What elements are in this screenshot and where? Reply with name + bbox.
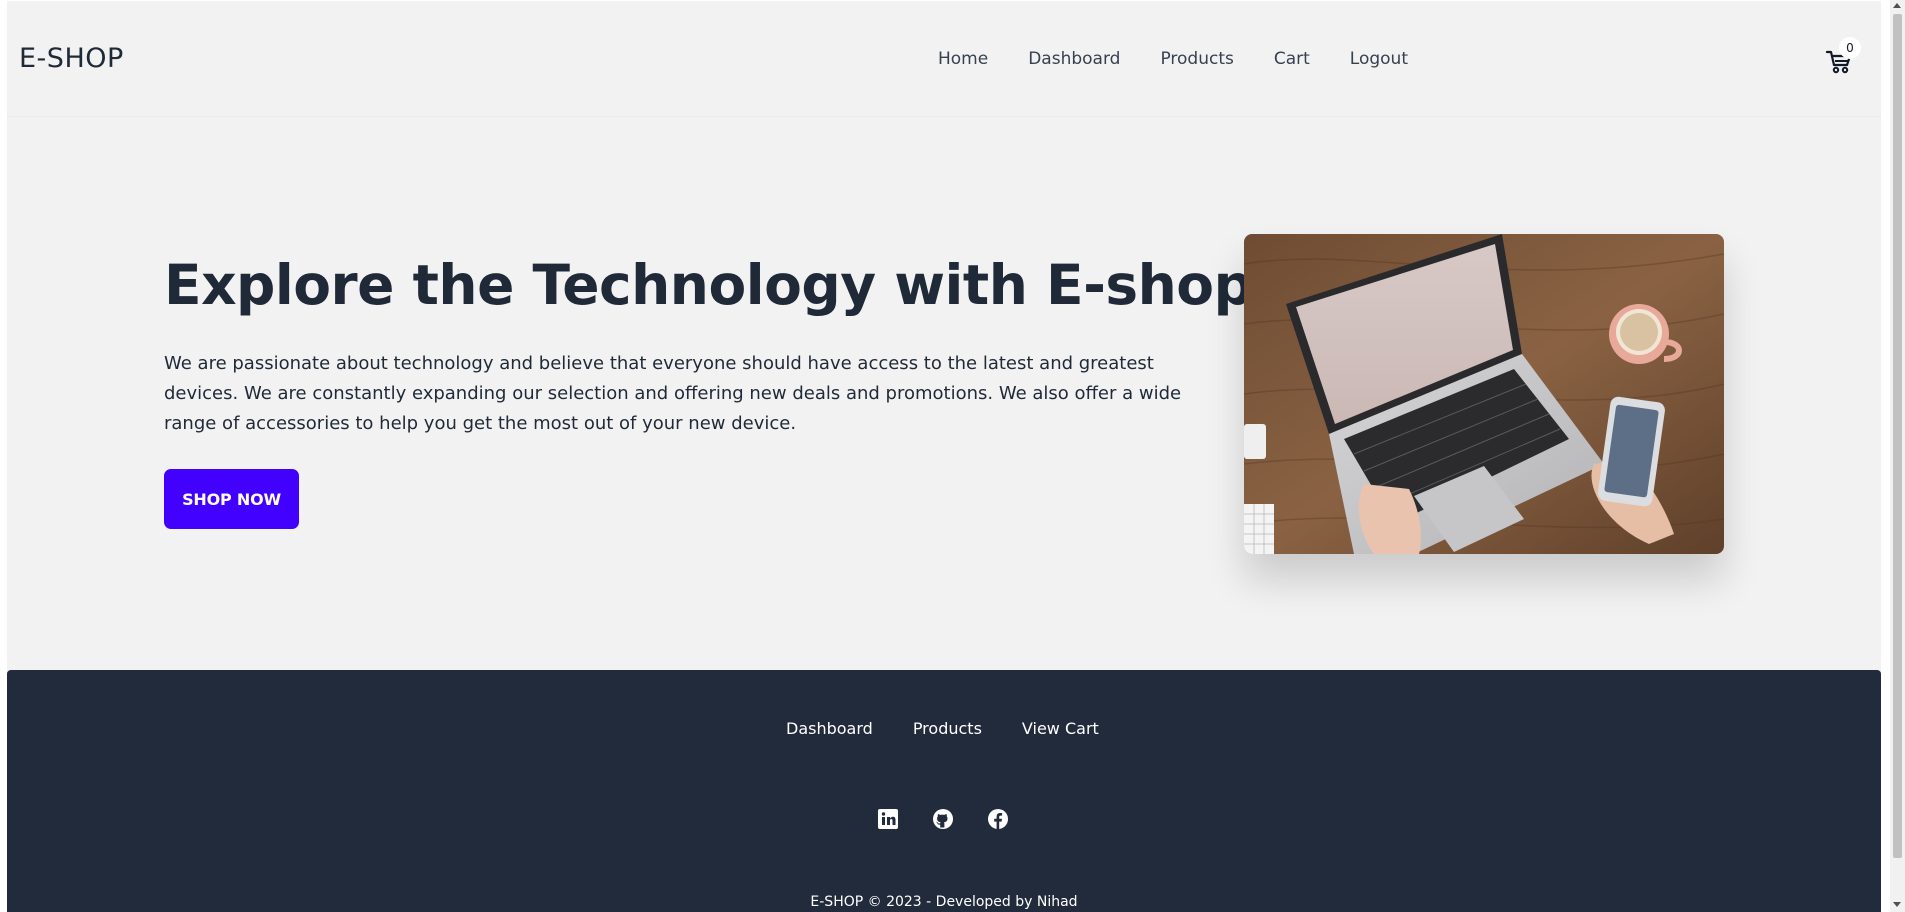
nav-link-products[interactable]: Products (1160, 49, 1233, 69)
footer: Dashboard Products View Cart E-SHOP © 20… (7, 670, 1881, 912)
github-icon[interactable] (932, 808, 954, 830)
footer-link-view-cart[interactable]: View Cart (1022, 719, 1099, 738)
cart-count-badge: 0 (1839, 37, 1861, 59)
hero-description: We are passionate about technology and b… (164, 353, 1182, 434)
footer-links: Dashboard Products View Cart (786, 719, 1139, 738)
scrollbar-thumb[interactable] (1893, 14, 1902, 858)
social-links (877, 808, 1042, 830)
shop-now-button[interactable]: SHOP NOW (164, 469, 299, 529)
page-scrollbar[interactable] (1890, 0, 1905, 912)
linkedin-icon[interactable] (877, 808, 899, 830)
facebook-icon[interactable] (987, 808, 1009, 830)
brand-logo[interactable]: E-SHOP (19, 43, 124, 74)
hero-title: Explore the Technology with E-shop (164, 253, 1253, 317)
page: E-SHOP Home Dashboard Products Cart Logo… (7, 1, 1881, 912)
scroll-down-icon[interactable] (1893, 902, 1901, 907)
footer-link-dashboard[interactable]: Dashboard (786, 719, 873, 738)
nav-link-home[interactable]: Home (938, 49, 988, 69)
hero-image-laptop (1244, 234, 1724, 554)
scroll-up-icon[interactable] (1893, 3, 1901, 8)
nav-link-logout[interactable]: Logout (1350, 49, 1408, 69)
copyright-text: E-SHOP © 2023 - Developed by Nihad (810, 894, 1078, 910)
footer-link-products[interactable]: Products (913, 719, 982, 738)
navbar: E-SHOP Home Dashboard Products Cart Logo… (7, 1, 1881, 117)
nav-link-cart[interactable]: Cart (1274, 49, 1310, 69)
nav-link-dashboard[interactable]: Dashboard (1028, 49, 1120, 69)
nav-links: Home Dashboard Products Cart Logout (938, 49, 1448, 69)
